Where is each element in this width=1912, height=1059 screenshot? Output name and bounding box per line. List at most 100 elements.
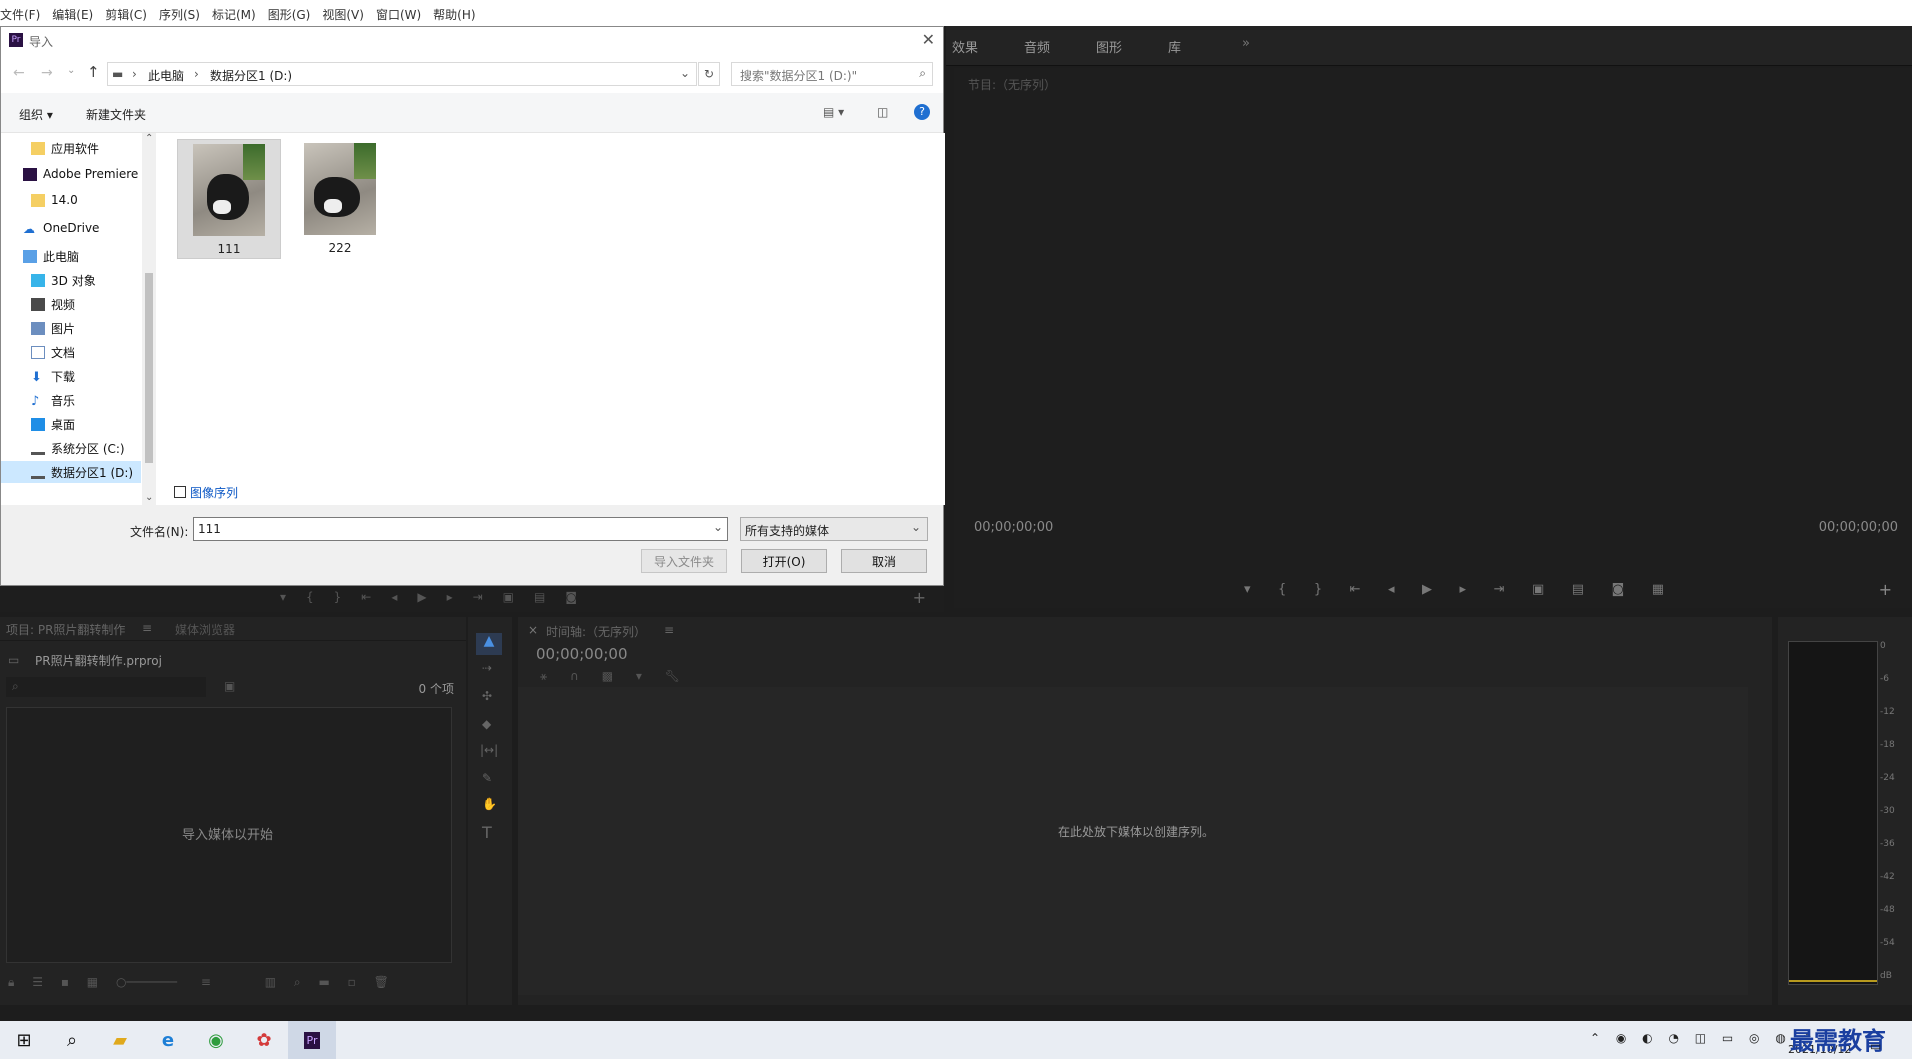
zoom-slider[interactable]: ○─────── (116, 975, 177, 989)
menu-help[interactable]: 帮助(H) (433, 6, 475, 23)
tab-libraries[interactable]: 库 (1168, 37, 1181, 56)
type-tool-icon[interactable]: T (482, 823, 492, 842)
nest-icon[interactable]: ⚹ (540, 669, 547, 683)
ripple-edit-icon[interactable]: ✣ (482, 689, 492, 703)
mark-in-icon[interactable]: { (1278, 582, 1286, 598)
search-icon[interactable]: ⌕ (48, 1021, 96, 1059)
tab-graphics[interactable]: 图形 (1096, 37, 1122, 56)
project-tab-menu-icon[interactable]: ≡ (142, 621, 152, 635)
file-thumbnail[interactable]: 222 (288, 139, 392, 259)
help-icon[interactable]: ? (914, 104, 930, 120)
source-add-icon[interactable]: + (913, 588, 926, 607)
lock-icon[interactable]: 🔒︎ (8, 975, 14, 989)
program-timecode-left[interactable]: 00;00;00;00 (974, 520, 1053, 535)
search-input[interactable]: 搜索"数据分区1 (D:)" ⌕ (731, 62, 933, 86)
icon-view-icon[interactable]: ▪ (61, 975, 69, 989)
lift-icon[interactable]: ▣ (1532, 582, 1544, 598)
extract-icon[interactable]: ▤ (1572, 582, 1584, 598)
address-dropdown-icon[interactable]: ⌄ (680, 66, 690, 80)
new-bin-footer-icon[interactable]: ▬ (318, 975, 329, 989)
organize-button[interactable]: 组织 ▾ (19, 106, 53, 123)
app-icon[interactable]: ✿ (240, 1021, 288, 1059)
export-frame-icon[interactable]: ◙ (1612, 582, 1625, 598)
close-icon[interactable]: × (528, 623, 538, 637)
refresh-icon[interactable]: ↻ (698, 62, 720, 86)
recent-dropdown-icon[interactable]: ⌄ (67, 65, 75, 76)
menu-sequence[interactable]: 序列(S) (159, 6, 200, 23)
breadcrumb-drive[interactable]: 数据分区1 (D:) (210, 67, 292, 84)
mark-out-icon[interactable]: } (1314, 582, 1322, 598)
project-search-input[interactable]: ⌕ (6, 677, 206, 697)
timeline-menu-icon[interactable]: ≡ (664, 623, 674, 637)
image-sequence-label[interactable]: 图像序列 (190, 484, 238, 501)
nav-item-selected[interactable]: 数据分区1 (D:) (1, 461, 141, 483)
razor-icon[interactable]: ◆ (482, 717, 491, 731)
tab-effects[interactable]: 效果 (952, 37, 978, 56)
timeline-drop-area[interactable]: 在此处放下媒体以创建序列。 (518, 687, 1748, 995)
snap-icon[interactable]: ∩ (570, 669, 579, 683)
project-drop-area[interactable]: 导入媒体以开始 (6, 707, 452, 963)
marker-icon[interactable]: ▾ (1244, 582, 1251, 598)
step-back-icon[interactable]: ◂ (1388, 582, 1395, 598)
filename-dropdown-icon[interactable]: ⌄ (713, 520, 723, 534)
step-forward-icon[interactable]: ▸ (1460, 582, 1467, 598)
back-icon[interactable]: ← (13, 65, 25, 81)
nav-item[interactable]: Adobe Premiere (23, 163, 143, 185)
file-thumbnail-selected[interactable]: 111 (177, 139, 281, 259)
hand-icon[interactable]: ✋ (482, 797, 497, 811)
system-tray-icons[interactable]: ⌃ ◉ ◐ ◔ ◫ ▭ ◎ ◍ ◌ (1590, 1031, 1818, 1045)
pen-icon[interactable]: ✎ (482, 771, 492, 785)
trash-icon[interactable]: 🗑︎ (374, 975, 389, 989)
go-to-in-icon[interactable]: ⇤ (1350, 582, 1361, 598)
more-icon[interactable]: » (1242, 36, 1250, 51)
add-button-icon[interactable]: + (1879, 580, 1892, 599)
slip-icon[interactable]: |↔| (480, 743, 498, 757)
premiere-taskbar-icon[interactable]: Pr (288, 1021, 336, 1059)
new-item-icon[interactable]: ▫ (348, 975, 356, 989)
notification-icon[interactable]: ▭ (1870, 1039, 1881, 1053)
new-folder-button[interactable]: 新建文件夹 (86, 106, 146, 123)
track-select-icon[interactable]: ⇢ (482, 661, 492, 675)
windows-start-icon[interactable]: ⊞ (0, 1021, 48, 1059)
preview-pane-icon[interactable]: ◫ (877, 105, 888, 119)
project-tab[interactable]: 项目: PR照片翻转制作 (6, 621, 125, 638)
find-icon[interactable]: ⌕ (294, 975, 301, 989)
media-browser-tab[interactable]: 媒体浏览器 (175, 621, 235, 638)
selection-tool-icon[interactable]: ▲ (476, 633, 502, 655)
add-marker-icon[interactable]: ▾ (636, 669, 642, 683)
menu-graphics[interactable]: 图形(G) (268, 6, 311, 23)
scroll-up-icon[interactable]: ⌃ (145, 133, 153, 144)
filetype-select[interactable]: 所有支持的媒体 ⌄ (740, 517, 928, 541)
filename-input[interactable]: 111 ⌄ (193, 517, 728, 541)
list-view-icon[interactable]: ☰ (32, 975, 43, 989)
new-bin-icon[interactable]: ▣ (224, 679, 235, 693)
scroll-down-icon[interactable]: ⌄ (145, 492, 153, 503)
forward-icon[interactable]: → (41, 65, 53, 81)
image-sequence-checkbox[interactable] (174, 486, 186, 498)
menu-edit[interactable]: 编辑(E) (52, 6, 93, 23)
menu-view[interactable]: 视图(V) (322, 6, 364, 23)
automate-icon[interactable]: ▥ (265, 975, 276, 989)
import-folder-button[interactable]: 导入文件夹 (641, 549, 727, 573)
menu-file[interactable]: 文件(F) (0, 6, 40, 23)
scroll-thumb[interactable] (145, 273, 153, 463)
edge-icon[interactable]: e (144, 1021, 192, 1059)
timeline-timecode[interactable]: 00;00;00;00 (536, 645, 628, 663)
breadcrumb-this-pc[interactable]: 此电脑 (148, 67, 184, 84)
freeform-view-icon[interactable]: ▦ (87, 975, 98, 989)
menu-window[interactable]: 窗口(W) (376, 6, 421, 23)
dialog-close-icon[interactable]: ✕ (922, 30, 935, 49)
cancel-button[interactable]: 取消 (841, 549, 927, 573)
play-icon[interactable]: ▶ (1422, 582, 1432, 598)
tab-audio[interactable]: 音频 (1024, 37, 1050, 56)
file-explorer-icon[interactable]: ▰ (96, 1021, 144, 1059)
linked-selection-icon[interactable]: ▩ (602, 669, 613, 683)
nav-scrollbar[interactable]: ⌃ ⌄ (142, 133, 156, 505)
view-options-icon[interactable]: ▤ ▾ (823, 105, 844, 119)
sort-icon[interactable]: ≡ (201, 975, 211, 989)
timeline-title[interactable]: 时间轴:（无序列） (546, 623, 646, 640)
wrench-icon[interactable]: 🔧︎ (665, 669, 680, 683)
menu-marker[interactable]: 标记(M) (212, 6, 256, 23)
browser-icon[interactable]: ◉ (192, 1021, 240, 1059)
menu-clip[interactable]: 剪辑(C) (105, 6, 147, 23)
